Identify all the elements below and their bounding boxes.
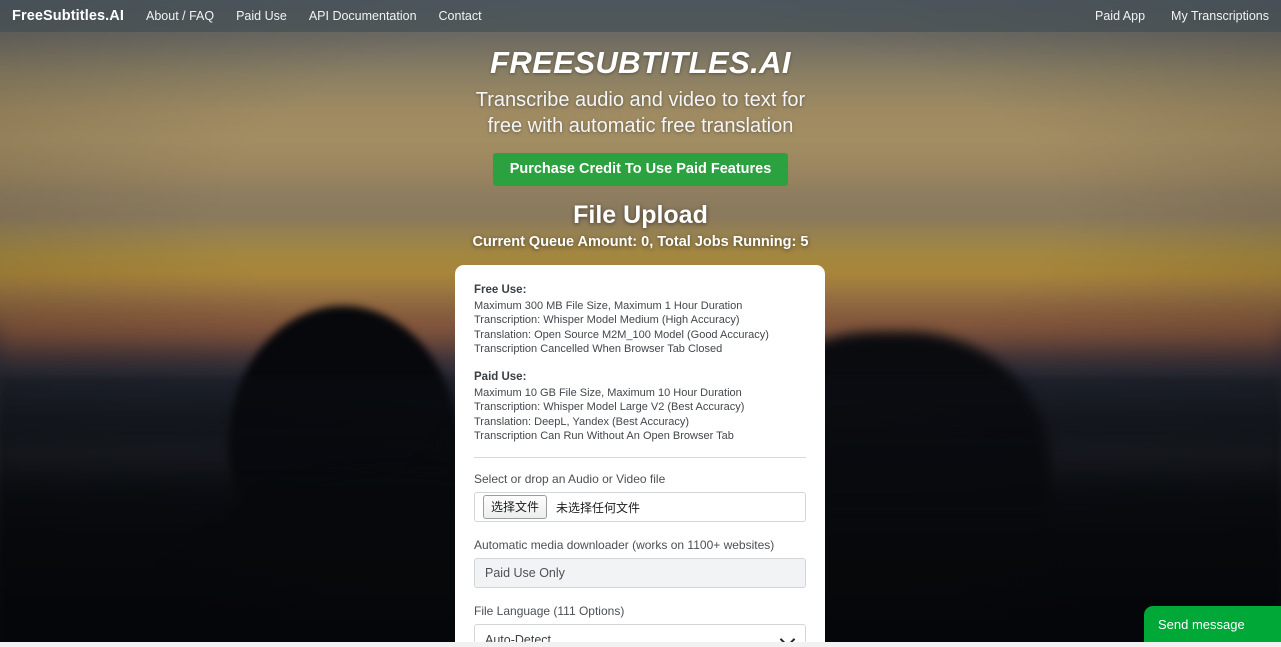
free-use-block: Free Use: Maximum 300 MB File Size, Maxi…	[474, 283, 806, 357]
nav-link-about-faq[interactable]: About / FAQ	[146, 9, 214, 23]
hero-section: FREESUBTITLES.AI Transcribe audio and vi…	[0, 45, 1281, 251]
nav-link-contact[interactable]: Contact	[439, 9, 482, 23]
free-use-line-2: Transcription: Whisper Model Medium (Hig…	[474, 314, 740, 327]
media-downloader-label: Automatic media downloader (works on 110…	[474, 538, 775, 553]
nav-right-group: Paid App My Transcriptions	[1069, 9, 1269, 23]
card-divider	[474, 457, 806, 459]
hero-subtitle: Transcribe audio and video to text for f…	[0, 88, 1281, 139]
hero-subtitle-line-2: free with automatic free translation	[487, 114, 794, 137]
free-use-line-3: Translation: Open Source M2M_100 Model (…	[474, 328, 769, 341]
paid-use-line-3: Translation: DeepL, Yandex (Best Accurac…	[474, 415, 690, 428]
hero-subtitle-line-1: Transcribe audio and video to text for	[475, 89, 806, 112]
nav-link-my-transcriptions[interactable]: My Transcriptions	[1171, 9, 1269, 23]
free-use-line-4: Transcription Cancelled When Browser Tab…	[474, 343, 723, 356]
paid-use-title: Paid Use:	[474, 371, 527, 384]
paid-use-line-4: Transcription Can Run Without An Open Br…	[474, 430, 734, 443]
brand-logo[interactable]: FreeSubtitles.AI	[12, 8, 124, 24]
file-upload-card: Free Use: Maximum 300 MB File Size, Maxi…	[455, 265, 825, 643]
send-message-button[interactable]: Send message	[1144, 606, 1281, 642]
nav-link-api-documentation[interactable]: API Documentation	[309, 9, 417, 23]
queue-status-text: Current Queue Amount: 0, Total Jobs Runn…	[472, 234, 809, 251]
free-use-title: Free Use:	[474, 284, 527, 296]
top-navbar: FreeSubtitles.AI About / FAQ Paid Use AP…	[0, 0, 1281, 32]
paid-use-line-1: Maximum 10 GB File Size, Maximum 10 Hour…	[474, 386, 742, 399]
paid-use-block: Paid Use: Maximum 10 GB File Size, Maxim…	[474, 370, 806, 444]
media-downloader-field: Automatic media downloader (works on 110…	[474, 538, 806, 589]
free-use-line-1: Maximum 300 MB File Size, Maximum 1 Hour…	[474, 299, 743, 312]
file-upload-heading: File Upload	[573, 201, 708, 230]
file-language-select[interactable]: Auto-Detect	[474, 624, 806, 643]
nav-link-paid-app[interactable]: Paid App	[1095, 9, 1145, 23]
file-select-field: Select or drop an Audio or Video file 选择…	[474, 472, 806, 523]
nav-link-paid-use[interactable]: Paid Use	[236, 9, 287, 23]
purchase-credit-button[interactable]: Purchase Credit To Use Paid Features	[492, 153, 789, 187]
file-language-field: File Language (111 Options) Auto-Detect	[474, 604, 806, 643]
paid-use-line-2: Transcription: Whisper Model Large V2 (B…	[474, 401, 745, 414]
file-input[interactable]: 选择文件 未选择任何文件	[474, 492, 806, 523]
horizontal-scrollbar[interactable]	[0, 642, 1281, 647]
no-file-selected-text: 未选择任何文件	[556, 500, 641, 515]
file-language-label: File Language (111 Options)	[474, 604, 625, 619]
page-title: FREESUBTITLES.AI	[490, 45, 791, 80]
media-downloader-input[interactable]: Paid Use Only	[474, 558, 806, 589]
file-select-label: Select or drop an Audio or Video file	[474, 472, 666, 487]
choose-file-button[interactable]: 选择文件	[483, 495, 548, 520]
